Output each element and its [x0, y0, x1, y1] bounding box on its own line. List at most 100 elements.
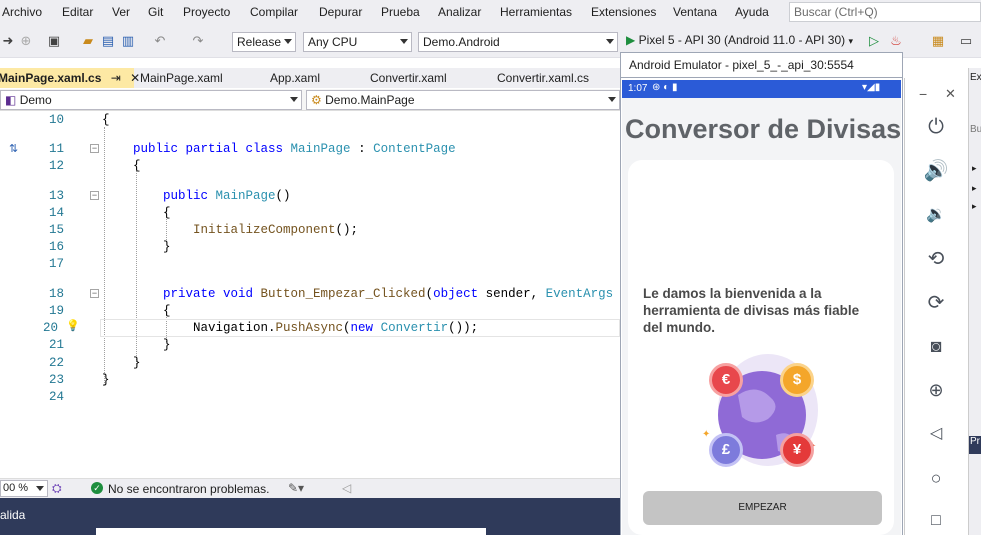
fold-toggle[interactable]: − [90, 191, 99, 200]
startup-project-value: Demo.Android [423, 35, 500, 49]
class-nav-select[interactable]: ⚙ Demo.MainPage [306, 90, 620, 110]
issues-status[interactable]: No se encontraron problemas. [108, 482, 269, 496]
menu-git[interactable]: Git [148, 5, 163, 19]
menu-ayuda[interactable]: Ayuda [735, 5, 769, 19]
search-solution-label[interactable]: Bu [970, 124, 981, 135]
tab-mainpage-xaml-cs[interactable]: MainPage.xaml.cs ⇥ ✕ [0, 68, 140, 88]
line-number: 14 [48, 206, 64, 220]
back-icon[interactable]: ➜ [0, 33, 16, 49]
line-number: 23 [48, 373, 64, 387]
zoom-icon[interactable]: ⊕ [920, 374, 952, 406]
forward-icon[interactable]: ⊕ [18, 33, 34, 49]
redo-icon[interactable]: ↷ [190, 33, 206, 49]
code-line: { [163, 206, 171, 220]
save-all-icon[interactable]: ▥ [120, 33, 136, 49]
rotate-right-icon[interactable]: ⟳ [920, 287, 952, 319]
power-icon[interactable]: ⏻ [920, 111, 952, 143]
tab-solution-explorer[interactable]: Ex [970, 72, 981, 83]
signal-battery-icon: ▾◢▮ [862, 82, 881, 93]
overview-icon[interactable]: □ [920, 505, 952, 537]
open-folder-icon[interactable]: ▰ [80, 33, 96, 49]
menu-ventana[interactable]: Ventana [673, 5, 717, 19]
close-icon[interactable]: ✕ [945, 86, 956, 102]
menu-archivo[interactable]: Archivo [2, 5, 42, 19]
tab-mainpage-xaml[interactable]: MainPage.xaml [134, 68, 262, 88]
undo-icon[interactable]: ↶ [152, 33, 168, 49]
tab-convertir-xaml[interactable]: Convertir.xaml [364, 68, 490, 88]
tree-expand-icon[interactable]: ▸ [972, 183, 977, 194]
configuration-select[interactable]: Release [232, 32, 296, 52]
code-lens-icon[interactable]: ⇅ [9, 142, 18, 155]
welcome-card: Le damos la bienvenida a la herramienta … [628, 160, 894, 535]
zoom-select[interactable]: 00 % [0, 480, 48, 497]
line-number: 15 [48, 223, 64, 237]
startup-project-select[interactable]: Demo.Android [418, 32, 618, 52]
euro-coin-icon: € [709, 363, 743, 397]
configuration-value: Release [237, 35, 282, 49]
tree-expand-icon[interactable]: ▸ [972, 201, 977, 212]
scroll-left-icon[interactable]: ◁ [342, 481, 351, 495]
volume-down-icon[interactable]: 🔉 [920, 199, 952, 231]
code-editor[interactable]: ⇅ 💡 − − − 10 { 11 public partial class M… [0, 111, 620, 478]
line-number: 10 [48, 113, 64, 127]
cleanup-brush-icon[interactable]: ✎▾ [288, 481, 304, 495]
output-panel: alida [0, 498, 620, 535]
tab-app-xaml[interactable]: App.xaml [264, 68, 364, 88]
editor-status-bar: 00 % ⛭ ✓ No se encontraron problemas. ✎▾… [0, 478, 620, 498]
line-number: 20 [42, 321, 58, 335]
dollar-coin-icon: $ [780, 363, 814, 397]
start-without-debug-icon[interactable]: ▷ [866, 33, 882, 49]
menu-analizar[interactable]: Analizar [438, 5, 481, 19]
project-nav-select[interactable]: ◧ Demo [0, 90, 302, 110]
menu-extensiones[interactable]: Extensiones [591, 5, 656, 19]
phone-time: 1:07 [628, 83, 648, 94]
search-input[interactable]: Buscar (Ctrl+Q) [789, 2, 981, 22]
rotate-left-icon[interactable]: ⟲ [920, 243, 952, 275]
run-target-button[interactable]: ▶ Pixel 5 - API 30 (Android 11.0 - API 3… [626, 33, 853, 51]
fold-toggle[interactable]: − [90, 289, 99, 298]
back-nav-icon[interactable]: ◁ [920, 418, 952, 450]
line-number: 18 [48, 287, 64, 301]
code-line: } [163, 240, 171, 254]
pin-icon[interactable]: ⇥ [111, 71, 121, 85]
play-icon: ▶ [626, 33, 636, 47]
tab-label: MainPage.xaml.cs [0, 71, 102, 85]
menu-depurar[interactable]: Depurar [319, 5, 362, 19]
volume-up-icon[interactable]: 🔊 [920, 155, 952, 187]
navigation-bar: ◧ Demo ⚙ Demo.MainPage [0, 89, 620, 111]
tree-expand-icon[interactable]: ▸ [972, 163, 977, 174]
hot-reload-icon[interactable]: ♨ [888, 33, 904, 49]
tool-icon[interactable]: ▦ [930, 33, 946, 49]
camera-icon[interactable]: ◙ [920, 330, 952, 362]
home-icon[interactable]: ○ [920, 462, 952, 494]
menu-herramientas[interactable]: Herramientas [500, 5, 572, 19]
document-tabs: MainPage.xaml.cs ⇥ ✕ MainPage.xaml App.x… [0, 68, 620, 88]
line-number: 17 [48, 257, 64, 271]
class-nav-value: Demo.MainPage [325, 93, 415, 107]
empezar-button[interactable]: EMPEZAR [643, 491, 882, 525]
line-number: 19 [48, 304, 64, 318]
window-layout-icon[interactable]: ▭ [958, 33, 974, 49]
tab-convertir-xaml-cs[interactable]: Convertir.xaml.cs [491, 68, 619, 88]
lightbulb-icon[interactable]: 💡 [66, 319, 80, 332]
platform-select[interactable]: Any CPU [303, 32, 412, 52]
menu-ver[interactable]: Ver [112, 5, 130, 19]
new-project-icon[interactable]: ▣ [46, 33, 62, 49]
menu-editar[interactable]: Editar [62, 5, 93, 19]
fold-toggle[interactable]: − [90, 144, 99, 153]
code-line: public MainPage() [163, 189, 291, 203]
code-line: { [133, 159, 141, 173]
menu-proyecto[interactable]: Proyecto [183, 5, 230, 19]
tab-properties[interactable]: Pr [969, 436, 981, 454]
run-target-label: Pixel 5 - API 30 (Android 11.0 - API 30) [638, 33, 846, 47]
tab-label: MainPage.xaml [140, 71, 223, 85]
minimize-icon[interactable]: − [919, 86, 927, 102]
save-icon[interactable]: ▤ [100, 33, 116, 49]
csharp-project-icon: ◧ [5, 93, 17, 107]
copilot-icon[interactable]: ⛭ [52, 481, 62, 496]
menu-bar: Archivo Editar Ver Git Proyecto Compilar… [0, 0, 981, 24]
tab-label: Convertir.xaml.cs [497, 71, 590, 85]
menu-compilar[interactable]: Compilar [250, 5, 298, 19]
menu-prueba[interactable]: Prueba [381, 5, 420, 19]
output-source-select[interactable] [96, 528, 486, 535]
